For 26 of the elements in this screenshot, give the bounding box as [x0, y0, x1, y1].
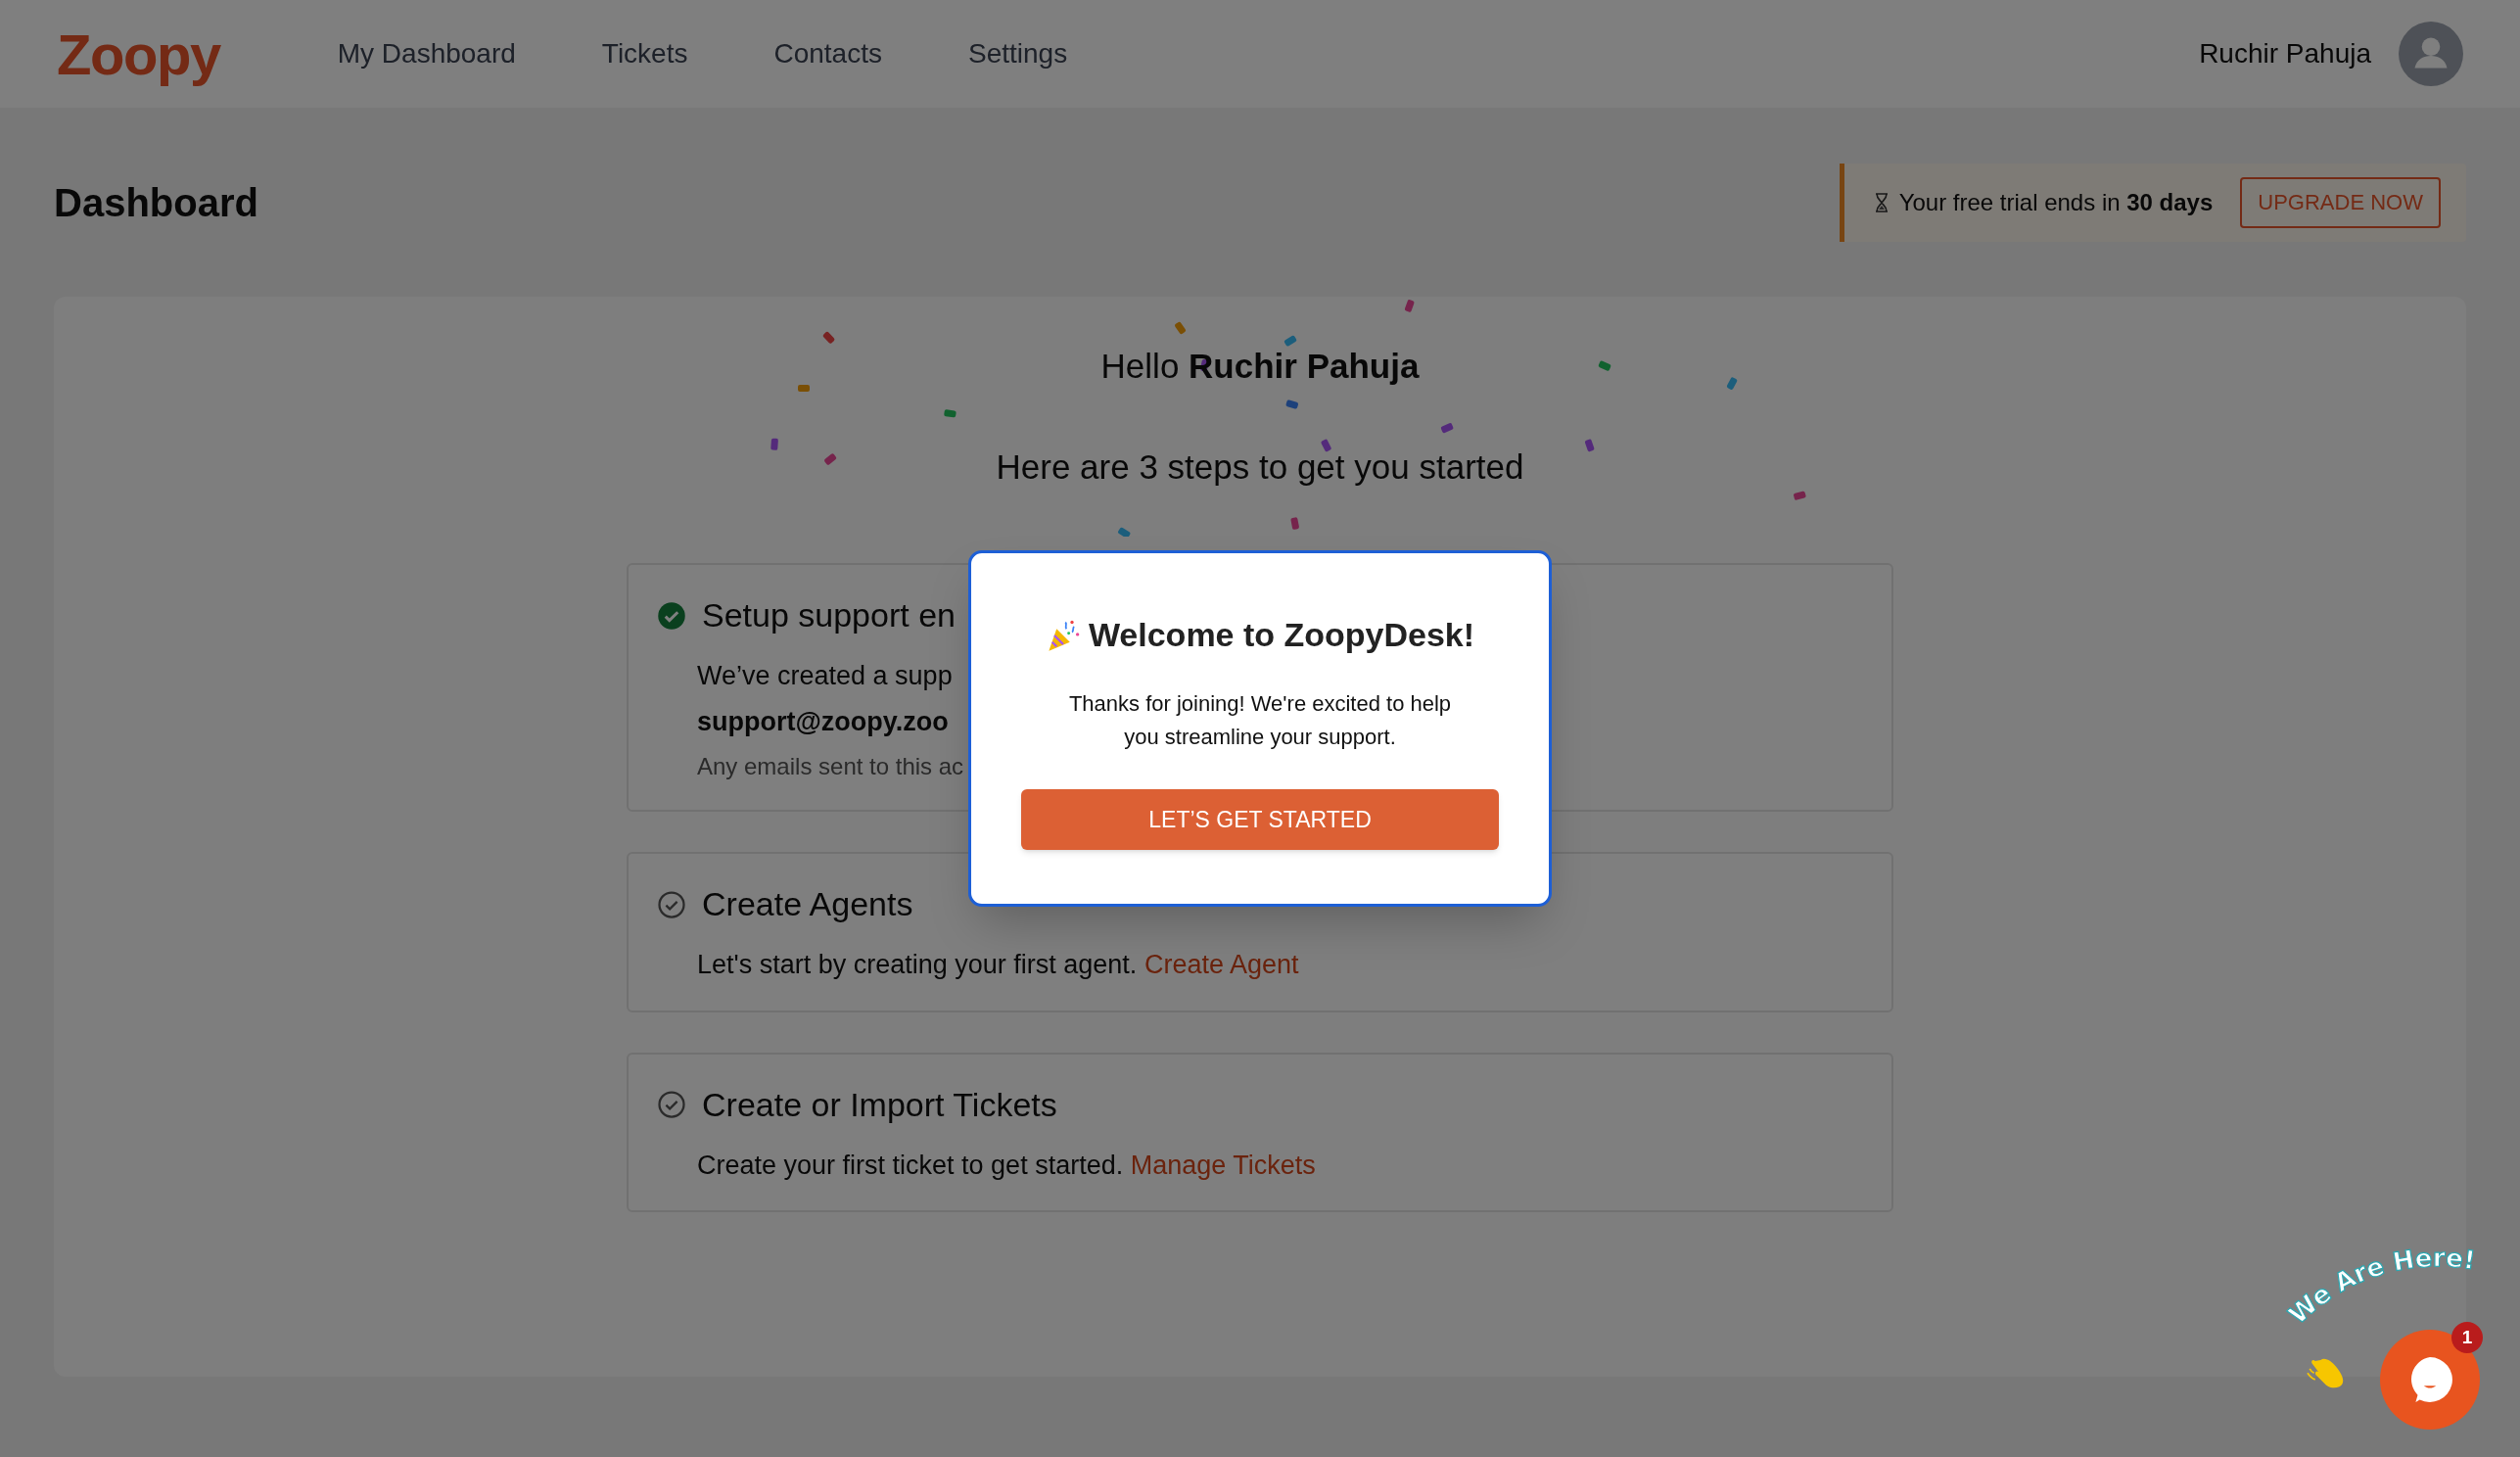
step-link[interactable]: Manage Tickets: [1130, 1150, 1316, 1180]
page-title: Dashboard: [54, 179, 258, 226]
notification-badge: 1: [2451, 1322, 2483, 1353]
nav-link[interactable]: Tickets: [601, 33, 688, 74]
subtitle: Here are 3 steps to get you started: [996, 446, 1524, 488]
step-title: Create or Import Tickets: [702, 1084, 1057, 1125]
hourglass-icon: [1873, 191, 1890, 213]
dialog-title: Welcome to ZoopyDesk!: [1088, 615, 1475, 655]
step-description: Create your first ticket to get started. Manage Tickets: [697, 1149, 1316, 1182]
step-link[interactable]: Create Agent: [1143, 950, 1299, 979]
step-description: Let's start by creating your first agent. Create Agent: [697, 949, 1299, 981]
user-name: Ruchir Pahuja: [2199, 37, 2371, 70]
trial-message: Your free trial ends in 30 days: [1898, 187, 2214, 217]
step-title: Setup support en: [702, 595, 956, 635]
nav-link[interactable]: My Dashboard: [337, 33, 516, 74]
step-note: Any emails sent to this ac: [697, 752, 964, 781]
dialog-message: Thanks for joining! We're excited to help you streamline your support.: [1067, 690, 1453, 751]
get-started-button[interactable]: LET’S GET STARTED: [1021, 789, 1499, 850]
nav-link[interactable]: Contacts: [773, 33, 882, 74]
step-title: Create Agents: [702, 884, 913, 924]
greeting: Hello Ruchir Pahuja: [1100, 346, 1420, 387]
support-email: support@zoopy.zoo: [697, 705, 949, 738]
step-description: We’ve created a supp: [697, 660, 953, 692]
nav-link[interactable]: Settings: [967, 33, 1068, 74]
logo[interactable]: Zoopy: [57, 11, 220, 97]
upgrade-button[interactable]: UPGRADE NOW: [2240, 176, 2441, 228]
